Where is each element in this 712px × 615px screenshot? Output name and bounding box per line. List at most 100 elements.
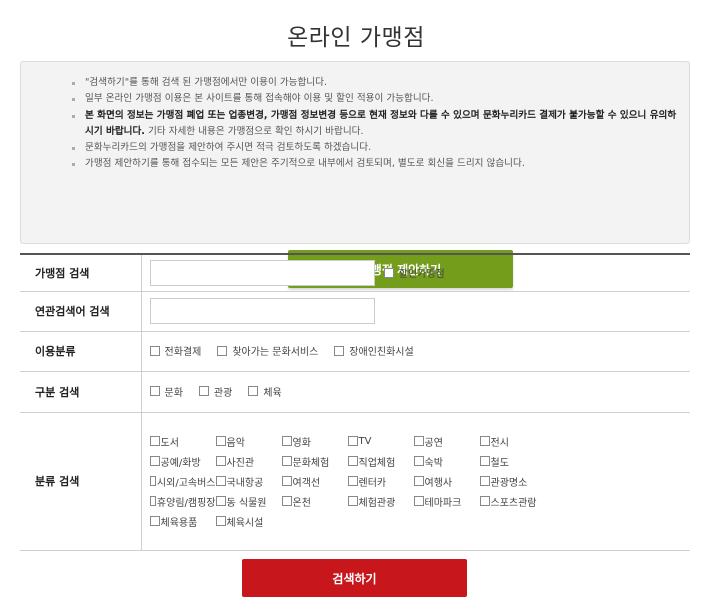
category-option[interactable]: 체험관광 [347, 493, 414, 510]
category-option[interactable]: 문화체험 [281, 453, 348, 470]
store-search-label: 가맹점 검색 [20, 254, 142, 291]
category-checkbox[interactable] [413, 456, 424, 466]
search-button[interactable]: 검색하기 [242, 559, 467, 597]
category-option-label: 테마파크 [424, 497, 462, 509]
category-checkbox[interactable] [215, 456, 226, 466]
category-checkbox[interactable] [281, 496, 292, 506]
category-option[interactable]: 여객선 [281, 473, 348, 490]
category-option[interactable]: 체육용품 [149, 513, 216, 530]
notice-item: 일부 온라인 가맹점 이용은 본 사이트를 통해 접속해야 이용 및 할인 적용… [72, 91, 677, 107]
category-checkbox[interactable] [479, 496, 490, 506]
category-option[interactable]: 관광명소 [479, 473, 546, 490]
category-checkbox[interactable] [149, 476, 156, 486]
usage-option-label: 전화결제 [164, 347, 202, 359]
category-option[interactable]: 공연 [413, 433, 480, 450]
division-checkbox[interactable] [149, 386, 160, 397]
category-checkbox[interactable] [347, 496, 358, 506]
category-checkbox[interactable] [413, 436, 424, 446]
category-option[interactable]: TV [347, 433, 414, 450]
usage-option[interactable]: 전화결제 [149, 343, 202, 359]
category-options: 도서 음악 영화 TV 공연 전시공예/화방 사진관 문화체험 직업체험 숙박 철도시외/고속버스 국… [149, 433, 691, 530]
category-option[interactable]: 스포츠관람 [479, 493, 546, 510]
category-option[interactable]: 직업체험 [347, 453, 414, 470]
category-checkbox[interactable] [347, 436, 358, 446]
category-option[interactable]: 도서 [149, 433, 216, 450]
usage-checkbox[interactable] [149, 345, 160, 356]
category-checkbox[interactable] [281, 456, 292, 466]
division-option-label: 체육 [263, 387, 282, 399]
category-option-label: 체육용품 [160, 517, 198, 529]
category-checkbox[interactable] [479, 476, 490, 486]
category-checkbox[interactable] [215, 476, 226, 486]
category-option-label: 전시 [490, 437, 509, 449]
category-option[interactable]: 공예/화방 [149, 453, 216, 470]
division-checkbox[interactable] [198, 386, 209, 397]
store-search-input[interactable] [149, 259, 375, 286]
category-checkbox[interactable] [347, 476, 358, 486]
category-checkbox[interactable] [347, 456, 358, 466]
category-option[interactable]: 동 식물원 [215, 493, 282, 510]
category-option[interactable]: 테마파크 [413, 493, 480, 510]
related-search-input[interactable] [149, 298, 375, 324]
division-option[interactable]: 문화 [149, 384, 183, 399]
category-option[interactable]: 음악 [215, 433, 282, 450]
category-checkbox[interactable] [479, 436, 490, 446]
category-option[interactable]: 시외/고속버스 [149, 473, 216, 490]
usage-option-label: 장애인친화시설 [349, 347, 414, 359]
notice-text: 기타 자세한 내용은 가맹점으로 확인 하시기 바랍니다. [144, 125, 364, 137]
category-checkbox[interactable] [149, 516, 160, 526]
category-option[interactable]: 철도 [479, 453, 546, 470]
discount-store-option[interactable]: 할인가맹점 [383, 265, 445, 280]
category-checkbox[interactable] [281, 436, 292, 446]
category-option-label: 체육시설 [226, 517, 264, 529]
category-option-label: 공예/화방 [160, 457, 201, 469]
category-option[interactable]: 온천 [281, 493, 348, 510]
category-option-label: 여객선 [292, 477, 321, 489]
category-checkbox[interactable] [479, 456, 490, 466]
category-option[interactable]: 전시 [479, 433, 546, 450]
notice-text: 가맹점 제안하기를 통해 접수되는 모든 제안은 주기적으로 내부에서 검토되며… [85, 158, 525, 170]
notice-text: 일부 온라인 가맹점 이용은 본 사이트를 통해 접속해야 이용 및 할인 적용… [85, 93, 434, 105]
division-checkbox[interactable] [248, 386, 259, 397]
category-checkbox[interactable] [215, 436, 226, 446]
related-search-label: 연관검색어 검색 [20, 291, 142, 331]
notice-text: 문화누리카드의 가맹점을 제안하여 주시면 적극 검토하도록 하겠습니다. [85, 142, 372, 154]
page-title: 온라인 가맹점 [287, 25, 425, 51]
category-option[interactable]: 사진관 [215, 453, 282, 470]
division-option[interactable]: 관광 [198, 384, 233, 399]
category-option-label: 온천 [292, 497, 311, 509]
category-checkbox[interactable] [149, 496, 156, 506]
category-option-label: 체험관광 [358, 497, 396, 509]
category-option-label: 관광명소 [490, 477, 528, 489]
category-checkbox[interactable] [413, 496, 424, 506]
usage-checkbox[interactable] [334, 345, 345, 356]
division-option[interactable]: 체육 [248, 384, 282, 399]
search-form: 가맹점 검색 할인가맹점 연관검색어 검색 이용분류 전화결제 찾아가는 문화서비… [20, 253, 690, 551]
usage-option[interactable]: 장애인친화시설 [334, 343, 414, 359]
usage-option-label: 찾아가는 문화서비스 [232, 347, 319, 359]
usage-checkbox[interactable] [217, 345, 228, 356]
division-option-label: 관광 [213, 387, 233, 399]
category-checkbox[interactable] [281, 476, 292, 486]
category-option-label: 스포츠관람 [490, 497, 537, 509]
category-option[interactable]: 숙박 [413, 453, 480, 470]
division-option-label: 문화 [164, 387, 183, 399]
category-option[interactable]: 렌터카 [347, 473, 414, 490]
category-checkbox[interactable] [149, 456, 160, 466]
notice-item: 문화누리카드의 가맹점을 제안하여 주시면 적극 검토하도록 하겠습니다. [72, 140, 677, 156]
usage-option[interactable]: 찾아가는 문화서비스 [217, 343, 318, 358]
category-option[interactable]: 휴양림/캠핑장 [149, 493, 216, 510]
category-option[interactable]: 영화 [281, 433, 348, 450]
notice-list: "검색하기"를 통해 검색 된 가맹점에서만 이용이 가능합니다. 일부 온라인 … [72, 75, 677, 173]
discount-store-checkbox[interactable] [383, 267, 394, 278]
bullet-icon [72, 98, 75, 102]
division-label: 구분 검색 [20, 371, 142, 412]
category-checkbox[interactable] [215, 516, 226, 526]
category-option[interactable]: 국내항공 [215, 473, 282, 490]
category-checkbox[interactable] [413, 476, 424, 486]
category-option[interactable]: 체육시설 [215, 513, 282, 530]
category-checkbox[interactable] [215, 496, 226, 506]
bullet-icon [72, 147, 75, 151]
category-option[interactable]: 여행사 [413, 473, 480, 490]
category-checkbox[interactable] [149, 436, 160, 446]
